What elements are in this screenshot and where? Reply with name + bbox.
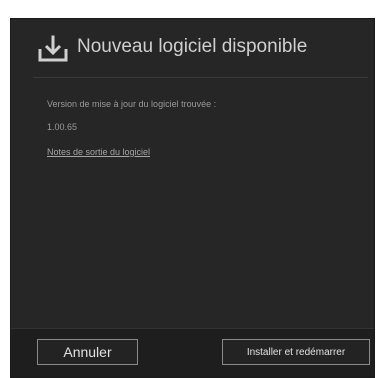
dialog-footer: Annuler Installer et redémarrer [11, 328, 374, 377]
software-update-dialog: Nouveau logiciel disponible Version de m… [10, 18, 375, 378]
release-notes-link[interactable]: Notes de sortie du logiciel [47, 147, 150, 157]
install-and-restart-button[interactable]: Installer et redémarrer [222, 339, 370, 365]
version-label: Version de mise à jour du logiciel trouv… [47, 99, 217, 109]
header-divider [33, 77, 368, 78]
download-icon [37, 35, 69, 63]
dialog-header: Nouveau logiciel disponible [11, 19, 374, 77]
dialog-title: Nouveau logiciel disponible [77, 36, 308, 57]
cancel-button[interactable]: Annuler [37, 339, 138, 365]
version-value: 1.00.65 [47, 122, 78, 132]
